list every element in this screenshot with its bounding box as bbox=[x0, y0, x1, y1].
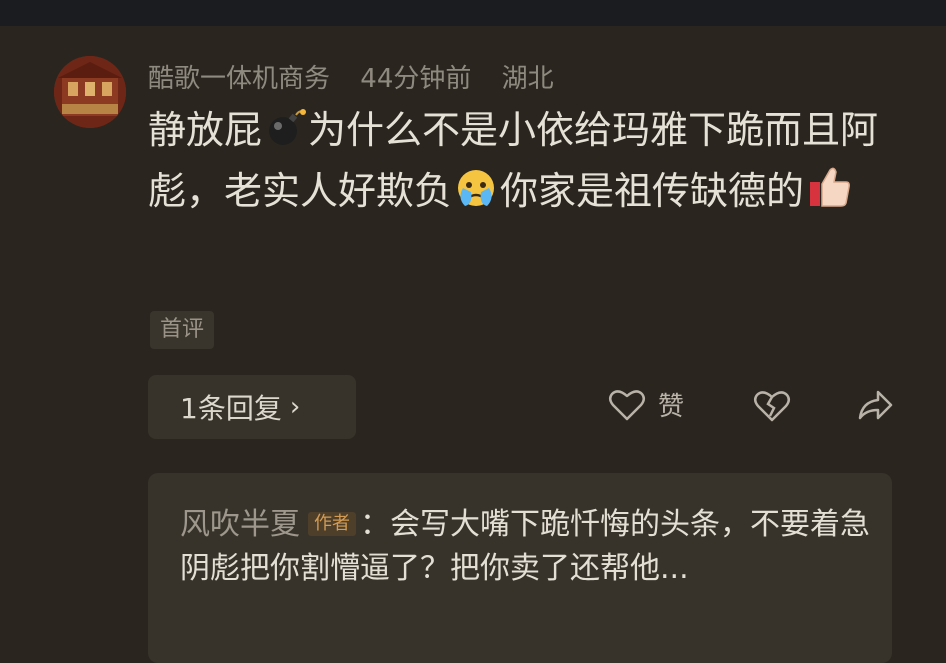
crying-face-icon bbox=[454, 166, 498, 223]
author-badge: 作者 bbox=[308, 512, 356, 536]
view-replies-label: 1条回复 bbox=[180, 392, 282, 425]
location: 湖北 bbox=[501, 64, 554, 94]
share-icon bbox=[858, 390, 893, 420]
reply-text-line2: 阴彪把你割懵逼了？把你卖了还帮他... bbox=[180, 551, 689, 586]
reply-preview[interactable]: 风吹半夏 作者 ：会写大嘴下跪忏悔的头条，不要着急 阴彪把你割懵逼了？把你卖了还帮他… bbox=[148, 473, 892, 663]
first-comment-tag: 首评 bbox=[150, 311, 215, 349]
bomb-icon bbox=[264, 107, 307, 162]
comment-meta: 酷歌一体机商务 44分钟前 湖北 bbox=[148, 58, 576, 95]
avatar[interactable] bbox=[54, 56, 126, 128]
like-label: 赞 bbox=[658, 392, 685, 422]
reply-text: 会写大嘴下跪忏悔的头条，不要着急 bbox=[390, 507, 870, 542]
broken-heart-icon bbox=[754, 391, 790, 422]
thumbs-up-icon bbox=[806, 162, 854, 223]
timestamp: 44分钟前 bbox=[360, 64, 472, 94]
username[interactable]: 酷歌一体机商务 bbox=[148, 64, 330, 94]
comment-text-part1: 静放屁 bbox=[148, 108, 263, 152]
top-bar bbox=[0, 0, 946, 26]
comment-text-part3: 你家是祖传缺德的 bbox=[500, 169, 805, 213]
heart-icon bbox=[609, 389, 645, 420]
view-replies-button[interactable]: 1条回复 › bbox=[148, 375, 356, 439]
share-button[interactable] bbox=[856, 388, 894, 428]
reply-separator: ： bbox=[360, 507, 390, 542]
reply-author-name[interactable]: 风吹半夏 bbox=[180, 507, 300, 542]
chevron-right-icon: › bbox=[289, 392, 301, 422]
comment-text: 静放屁 为什么不是小依给玛雅下跪而且阿彪，老实人好欺负 你家是祖传缺德的 bbox=[148, 104, 908, 223]
dislike-button[interactable] bbox=[752, 388, 792, 428]
reply-text-block: 风吹半夏 作者 ：会写大嘴下跪忏悔的头条，不要着急 阴彪把你割懵逼了？把你卖了还帮他… bbox=[180, 503, 870, 591]
like-button[interactable]: 赞 bbox=[608, 386, 684, 423]
